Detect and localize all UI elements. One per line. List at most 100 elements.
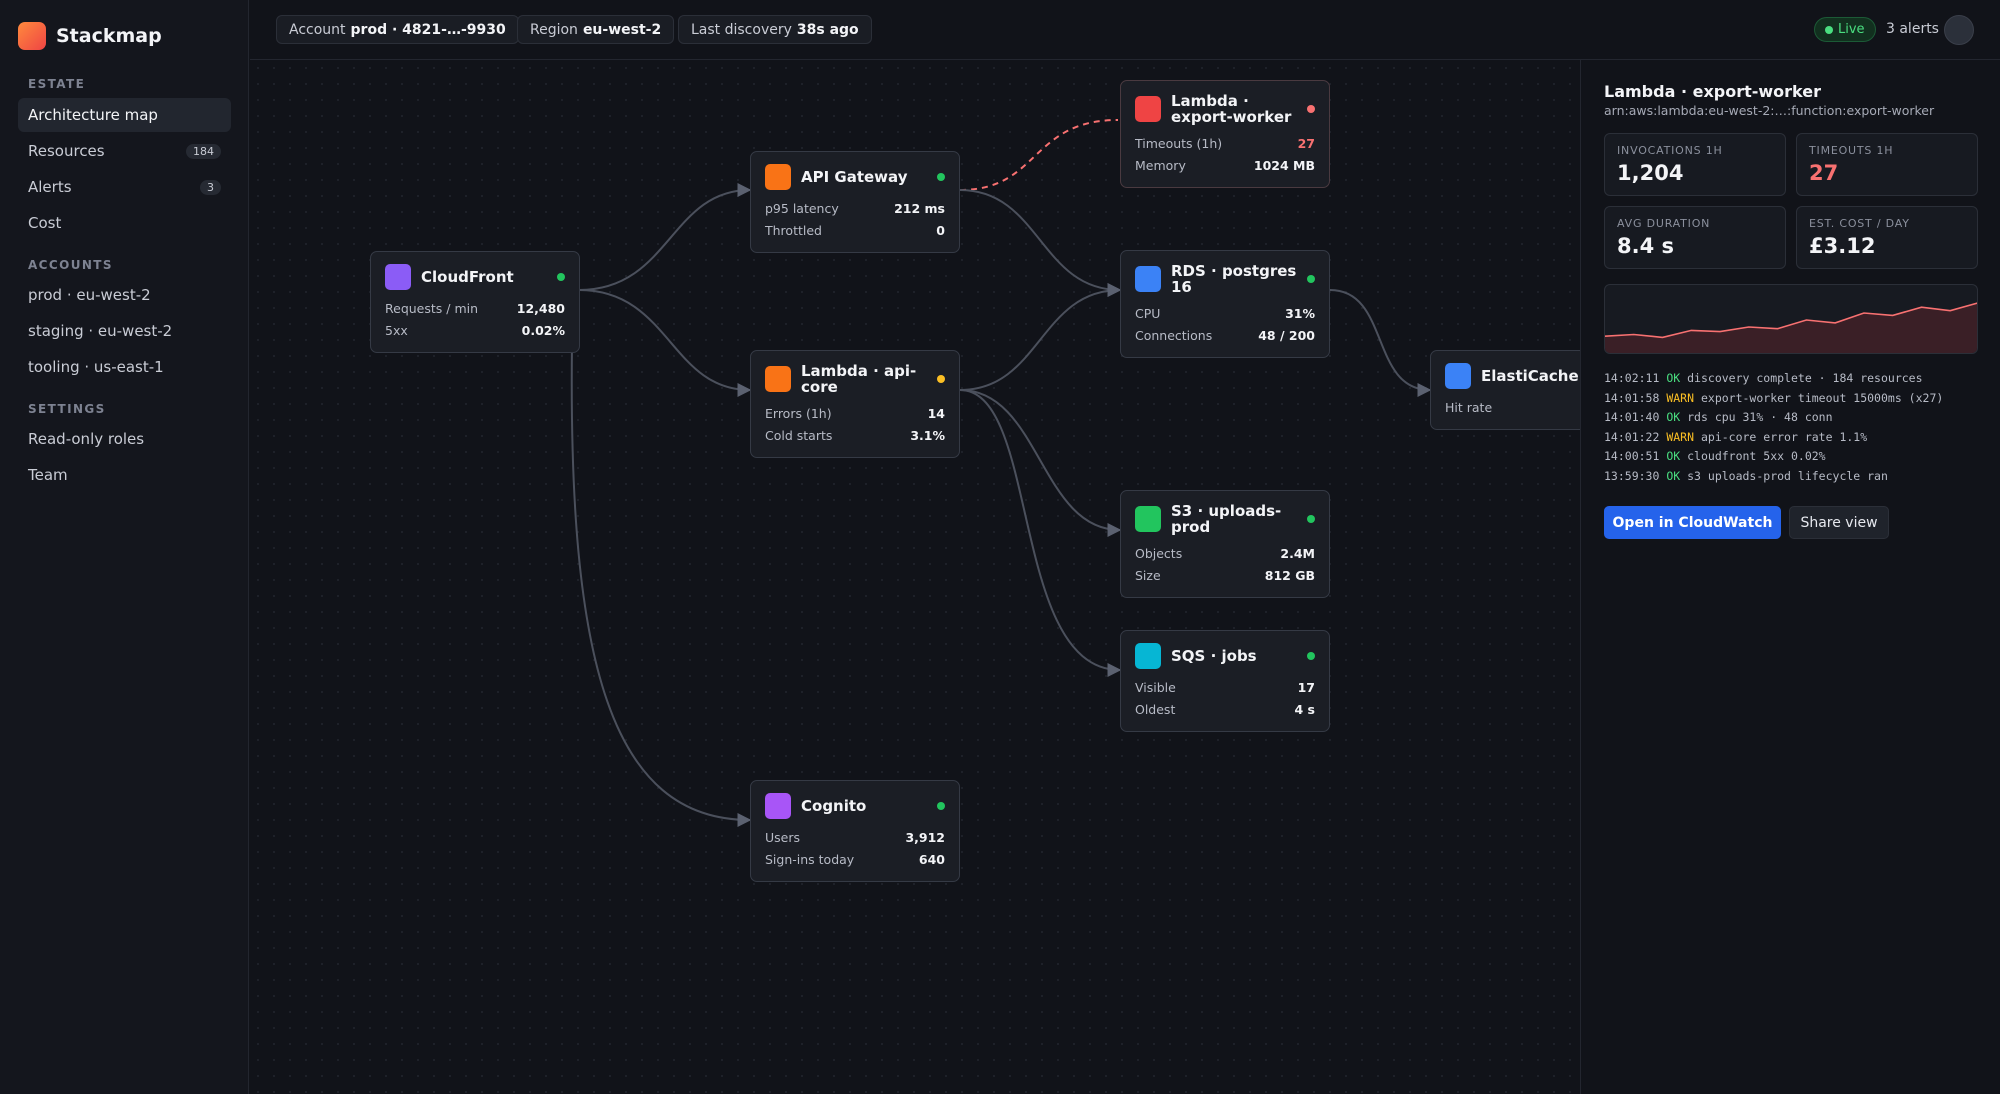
- metric-label: Requests / min: [385, 301, 479, 316]
- metric-value: 2.4M: [1280, 546, 1315, 561]
- sidebar-item-resources[interactable]: Resources 184: [18, 134, 231, 168]
- brand-name: Stackmap: [56, 25, 162, 47]
- node-lambda-api-core[interactable]: Lambda · api-core Errors (1h) 14 Cold sta…: [750, 350, 960, 458]
- node-api-gateway[interactable]: API Gateway p95 latency 212 ms Throttled 0: [750, 151, 960, 253]
- metric-value: 640: [918, 852, 945, 867]
- sidebar-item-label: staging · eu-west-2: [28, 322, 173, 340]
- metric-value: 3,912: [905, 830, 945, 845]
- metric-label: Cold starts: [765, 428, 833, 443]
- edge-cloudfront-cognito: [570, 343, 752, 827]
- avatar[interactable]: [1944, 15, 1974, 45]
- metric-value: 0: [936, 223, 945, 238]
- log-time: 14:00:51: [1604, 449, 1660, 463]
- log-line: 14:02:11 OK discovery complete · 184 res…: [1604, 371, 1984, 385]
- sidebar-item-label: prod · eu-west-2: [28, 286, 151, 304]
- metric-row: Size 812 GB: [1135, 565, 1315, 587]
- database-icon: [1135, 266, 1161, 292]
- edge-cloudfront-api-gateway: [578, 183, 752, 291]
- account-selector[interactable]: Account prod · 4821-…-9930: [276, 15, 519, 44]
- metric-label: Users: [765, 830, 801, 845]
- account-value: prod · 4821-…-9930: [350, 21, 506, 38]
- sidebar-item-alerts[interactable]: Alerts 3: [18, 170, 231, 204]
- node-title: Cognito: [801, 797, 867, 815]
- stat-value: 27: [1809, 161, 1839, 185]
- nav-section-estate: ESTATE: [28, 77, 86, 91]
- sidebar-item-team[interactable]: Team: [18, 458, 231, 492]
- stat-label: TIMEOUTS 1H: [1809, 144, 1894, 157]
- node-title: RDS · postgres 16: [1171, 262, 1297, 296]
- sidebar-item-account-staging[interactable]: staging · eu-west-2: [18, 314, 231, 348]
- node-cloudfront[interactable]: CloudFront Requests / min 12,480 5xx 0.02%: [370, 251, 580, 353]
- metric-row: Objects 2.4M: [1135, 543, 1315, 565]
- metric-row: Memory 1024 MB: [1135, 155, 1315, 177]
- metric-value: 0.02%: [521, 323, 565, 338]
- metric-value: 212 ms: [894, 201, 945, 216]
- sidebar-item-cost[interactable]: Cost: [18, 206, 231, 240]
- metric-value: 812 GB: [1264, 568, 1315, 583]
- metric-row: Sign-ins today 640: [765, 849, 945, 871]
- sidebar-item-account-tooling[interactable]: tooling · us-east-1: [18, 350, 231, 384]
- status-ok-icon: [1307, 515, 1315, 523]
- last-discovery: Last discovery 38s ago: [678, 15, 872, 44]
- node-title: S3 · uploads-prod: [1171, 502, 1282, 536]
- open-in-cloudwatch-button[interactable]: Open in CloudWatch: [1604, 506, 1781, 539]
- log-time: 14:01:22: [1604, 430, 1660, 444]
- node-s3-uploads-prod[interactable]: S3 · uploads-prod Objects 2.4M Size 812 GB: [1120, 490, 1330, 598]
- metric-label: Errors (1h): [765, 406, 832, 421]
- metric-row: Throttled 0: [765, 220, 945, 242]
- node-sqs-jobs[interactable]: SQS · jobs Visible 17 Oldest 4 s: [1120, 630, 1330, 732]
- metric-value: 12,480: [516, 301, 565, 316]
- resource-arn: arn:aws:lambda:eu-west-2:…:function:expo…: [1604, 103, 1935, 118]
- edge-lambda-api-sqs: [959, 389, 1122, 677]
- count-badge: 3: [200, 179, 221, 195]
- metric-row: Visible 17: [1135, 677, 1315, 699]
- cognito-icon: [765, 793, 791, 819]
- sidebar-item-label: Cost: [28, 214, 62, 232]
- sparkline-chart: [1605, 302, 1977, 353]
- duration-sparkline: [1604, 284, 1978, 354]
- edge-cloudfront-lambda-api: [578, 289, 752, 397]
- metric-row: CPU 31%: [1135, 303, 1315, 325]
- alerts-link[interactable]: 3 alerts: [1886, 21, 1939, 37]
- discovery-label: Last discovery: [691, 21, 792, 38]
- metric-row: Users 3,912: [765, 827, 945, 849]
- node-elasticache[interactable]: ElastiCache Hit rate: [1430, 350, 1580, 430]
- sidebar-item-label: tooling · us-east-1: [28, 358, 164, 376]
- node-cognito[interactable]: Cognito Users 3,912 Sign-ins today 640: [750, 780, 960, 882]
- share-view-button[interactable]: Share view: [1789, 506, 1889, 539]
- node-lambda-export-worker[interactable]: Lambda · export-worker Timeouts (1h) 27 M…: [1120, 80, 1330, 188]
- node-rds-postgres[interactable]: RDS · postgres 16 CPU 31% Connections 48 /…: [1120, 250, 1330, 358]
- status-error-icon: [1307, 105, 1315, 113]
- stat-value: 1,204: [1617, 161, 1684, 185]
- metric-value: 14: [927, 406, 945, 421]
- status-ok-icon: [557, 273, 565, 281]
- architecture-canvas[interactable]: CloudFront Requests / min 12,480 5xx 0.02%…: [250, 60, 1580, 1094]
- log-message: rds cpu 31% · 48 conn: [1687, 410, 1833, 424]
- sparkline-area: [1605, 303, 1977, 353]
- metric-row: Oldest 4 s: [1135, 699, 1315, 721]
- panel-title: Lambda · export-worker: [1604, 82, 1821, 101]
- metric-row: Hit rate: [1445, 397, 1580, 419]
- stat-label: EST. COST / DAY: [1809, 217, 1910, 230]
- node-title: ElastiCache: [1481, 367, 1579, 385]
- node-title: SQS · jobs: [1171, 647, 1257, 665]
- sidebar-item-label: Team: [28, 466, 68, 484]
- metric-row: Requests / min 12,480: [385, 298, 565, 320]
- metric-label: Throttled: [765, 223, 822, 238]
- log-level: WARN: [1666, 430, 1695, 444]
- node-title: Lambda · api-core: [801, 362, 917, 396]
- sidebar-item-account-prod[interactable]: prod · eu-west-2: [18, 278, 231, 312]
- metric-label: Visible: [1135, 680, 1176, 695]
- stat-invocations: INVOCATIONS 1H 1,204: [1604, 133, 1786, 196]
- log-message: export-worker timeout 15000ms (x27): [1700, 391, 1944, 405]
- region-selector[interactable]: Region eu-west-2: [517, 15, 675, 44]
- live-dot-icon: [1825, 25, 1833, 34]
- cache-icon: [1445, 363, 1471, 389]
- brand[interactable]: Stackmap: [18, 22, 162, 50]
- sidebar-item-architecture-map[interactable]: Architecture map: [18, 98, 231, 132]
- stat-label: INVOCATIONS 1H: [1617, 144, 1723, 157]
- stackmap-logo-icon: [18, 22, 46, 50]
- node-title: API Gateway: [801, 168, 908, 186]
- log-time: 14:02:11: [1604, 371, 1660, 385]
- sidebar-item-read-only-roles[interactable]: Read-only roles: [18, 422, 231, 456]
